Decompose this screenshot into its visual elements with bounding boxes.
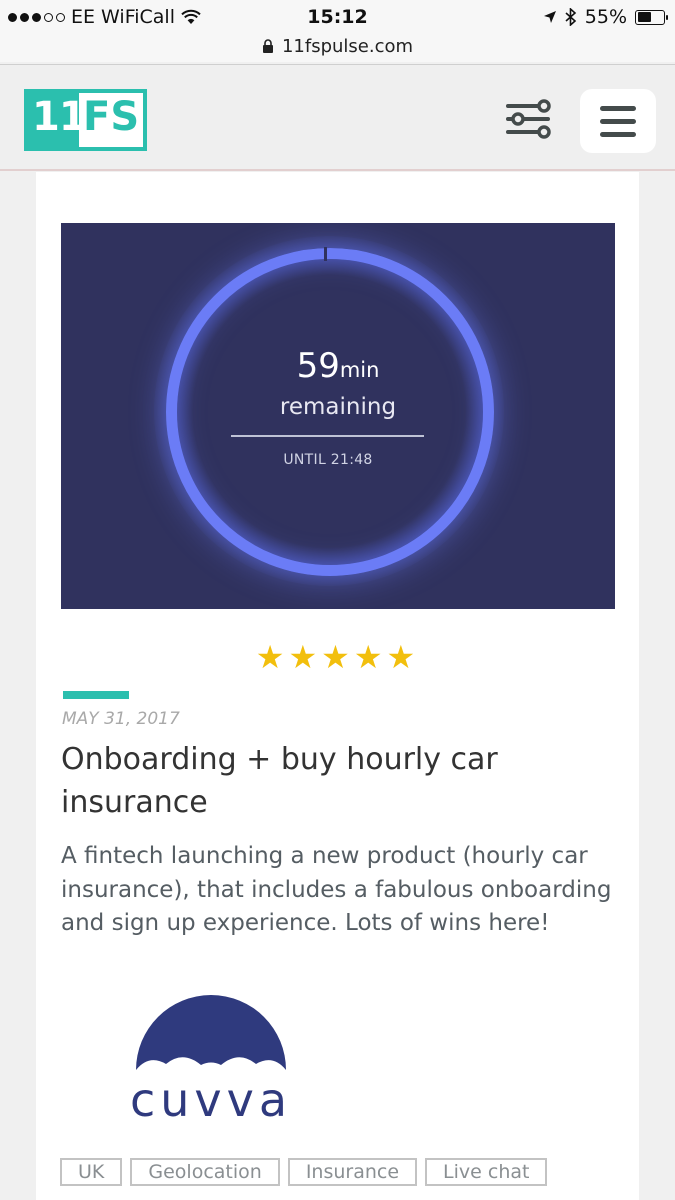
tag-geolocation[interactable]: Geolocation bbox=[130, 1158, 280, 1186]
battery-level bbox=[637, 12, 652, 22]
minutes-unit: min bbox=[339, 358, 380, 382]
url-text: 11fspulse.com bbox=[281, 35, 414, 57]
status-bar: EE WiFiCall 15:12 55% bbox=[0, 0, 675, 34]
location-arrow-icon bbox=[543, 11, 556, 23]
hamburger-line bbox=[600, 131, 636, 137]
article-description: A fintech launching a new product (hourl… bbox=[61, 843, 612, 936]
minutes-value: 59 bbox=[296, 346, 340, 386]
battery-percent: 55% bbox=[584, 6, 627, 28]
hamburger-menu-icon bbox=[600, 105, 636, 111]
star-rating: ★★★★★ bbox=[255, 638, 420, 676]
bluetooth-icon bbox=[565, 8, 576, 26]
article-title[interactable]: Onboarding + buy hourly car insurance bbox=[61, 738, 621, 824]
cuvva-logo: cuvva bbox=[130, 995, 292, 1122]
hero-image[interactable]: 59min remaining UNTIL 21:48 bbox=[61, 223, 615, 609]
menu-button[interactable] bbox=[580, 89, 656, 153]
until-time: UNTIL 21:48 bbox=[283, 452, 373, 468]
lock-icon bbox=[262, 38, 273, 53]
site-header: 11 FS bbox=[0, 65, 675, 171]
sliders-icon bbox=[506, 99, 551, 139]
system-indicators: 55% bbox=[543, 6, 668, 28]
minutes-remaining: 59min bbox=[61, 346, 615, 386]
tag-insurance[interactable]: Insurance bbox=[287, 1158, 418, 1186]
logo-letter-box: FS bbox=[79, 93, 143, 147]
cuvva-wordmark: cuvva bbox=[130, 1073, 292, 1122]
hamburger-line bbox=[600, 118, 636, 124]
article-date: MAY 31, 2017 bbox=[62, 709, 180, 729]
logo-number: 11 bbox=[32, 94, 87, 140]
tag-list: UK Geolocation Insurance Live chat bbox=[60, 1158, 548, 1186]
tag-live-chat[interactable]: Live chat bbox=[425, 1158, 548, 1186]
logo-letters: FS bbox=[83, 94, 140, 140]
remaining-label: remaining bbox=[279, 394, 397, 420]
timer-ring-notch bbox=[324, 247, 327, 261]
11fs-logo[interactable]: 11 FS bbox=[24, 89, 147, 151]
battery-icon bbox=[635, 9, 668, 25]
address-bar[interactable]: 11fspulse.com bbox=[0, 30, 675, 62]
tag-uk[interactable]: UK bbox=[60, 1158, 123, 1186]
accent-bar bbox=[63, 691, 129, 699]
article-card[interactable]: 59min remaining UNTIL 21:48 ★★★★★ MAY 31… bbox=[36, 172, 639, 1200]
timer-divider bbox=[231, 435, 424, 437]
filter-button[interactable] bbox=[504, 99, 556, 139]
